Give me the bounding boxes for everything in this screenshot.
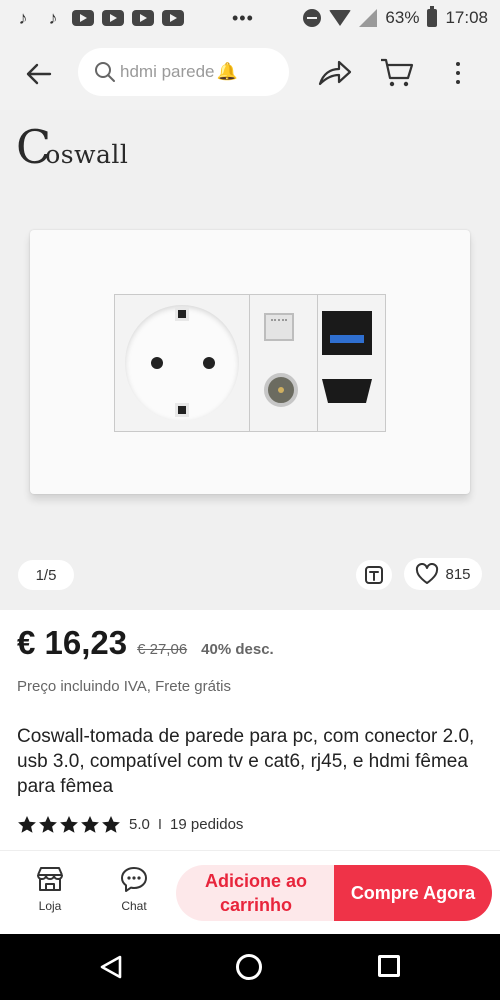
wifi-icon — [329, 10, 352, 26]
system-navigation-bar — [0, 934, 500, 1000]
star-icon — [39, 816, 57, 833]
current-price: € 16,23 — [17, 624, 128, 661]
rj45-port — [264, 313, 294, 341]
store-icon — [37, 867, 63, 891]
price-row: € 16,23 € 27,06 40% desc. — [17, 624, 274, 662]
more-vert-icon — [456, 62, 460, 66]
add-to-cart-button[interactable]: Adicione ao carrinho — [176, 865, 336, 921]
tv-coax-port — [264, 373, 298, 407]
cart-button[interactable] — [378, 56, 416, 90]
translate-icon — [365, 566, 383, 584]
discount-badge: 40% desc. — [201, 641, 274, 658]
back-arrow-icon — [26, 63, 52, 85]
youtube-icon — [132, 10, 154, 26]
schuko-socket — [125, 305, 239, 421]
star-icon — [81, 816, 99, 833]
search-input[interactable]: hdmi parede 🔔 — [78, 48, 289, 96]
usb-port — [322, 311, 372, 355]
clock: 17:08 — [445, 8, 488, 27]
nav-recents-icon[interactable] — [378, 955, 400, 977]
buy-now-button[interactable]: Compre Agora — [334, 865, 492, 921]
wishlist-button[interactable]: 815 — [404, 558, 482, 590]
share-button[interactable] — [316, 56, 354, 90]
tax-shipping-note: Preço incluindo IVA, Frete grátis — [17, 678, 231, 695]
chat-icon — [121, 867, 147, 892]
chat-label: Chat — [121, 899, 147, 913]
image-pager: 1/5 — [18, 560, 74, 590]
star-icon — [102, 816, 120, 833]
share-icon — [318, 60, 352, 86]
tiktok-icon: ♪ — [48, 7, 58, 28]
wishlist-count: 815 — [445, 565, 471, 583]
bell-icon: 🔔 — [216, 62, 238, 81]
star-icon — [18, 816, 36, 833]
rating-value: 5.0 — [129, 816, 150, 833]
hdmi-port — [322, 379, 372, 403]
translate-button[interactable] — [356, 560, 392, 590]
rating-separator: I — [157, 816, 163, 833]
store-button[interactable]: Loja — [22, 865, 78, 925]
more-options-button[interactable] — [446, 56, 470, 90]
rating-stars — [17, 815, 121, 834]
search-icon — [95, 62, 115, 82]
bottom-action-bar: Loja Chat Adicione ao carrinho Compre Ag… — [0, 850, 500, 934]
brand-logo: Coswall — [16, 120, 129, 174]
product-title: Coswall-tomada de parede para pc, com co… — [17, 726, 475, 797]
search-query: hdmi parede — [120, 62, 215, 81]
product-image — [30, 230, 470, 494]
battery-percent: 63% — [385, 8, 420, 27]
cart-icon — [381, 58, 414, 87]
product-image-gallery[interactable]: Coswall 1/5 815 — [0, 110, 500, 610]
chat-button[interactable]: Chat — [106, 865, 162, 925]
store-label: Loja — [38, 899, 62, 913]
nav-back-icon[interactable] — [98, 954, 124, 980]
notification-icons: ♪ ♪ ••• — [12, 8, 254, 29]
tiktok-icon: ♪ — [18, 7, 28, 28]
youtube-icon — [162, 10, 184, 26]
orders-count: 19 pedidos — [170, 816, 244, 833]
youtube-icon — [102, 10, 124, 26]
no-signal-icon — [359, 9, 378, 27]
nav-home-icon[interactable] — [236, 954, 262, 980]
wall-plate-module — [114, 294, 386, 432]
back-button[interactable] — [20, 56, 56, 92]
star-icon — [60, 816, 78, 833]
top-app-bar: hdmi parede 🔔 — [0, 36, 500, 110]
overflow-indicator: ••• — [232, 7, 254, 28]
heart-icon — [416, 563, 439, 584]
rating-row[interactable]: 5.0 I 19 pedidos — [17, 815, 243, 834]
youtube-icon — [72, 10, 94, 26]
original-price: € 27,06 — [137, 641, 188, 658]
battery-icon — [427, 6, 438, 27]
do-not-disturb-icon — [303, 9, 322, 27]
status-bar: ♪ ♪ ••• 63% 17:08 — [0, 0, 500, 36]
